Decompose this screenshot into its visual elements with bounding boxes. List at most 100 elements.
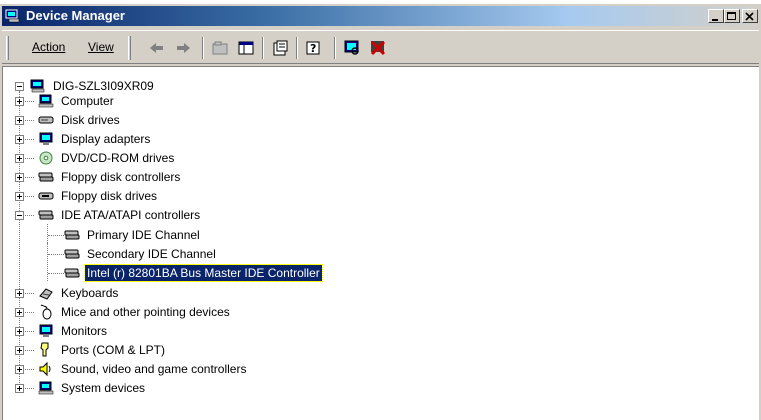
tree-item-system-devices[interactable]: System devices: [37, 379, 147, 397]
computer-icon: [37, 93, 55, 109]
help-button[interactable]: ?: [304, 38, 324, 58]
close-button[interactable]: [742, 9, 758, 23]
expand-toggle[interactable]: [15, 327, 24, 336]
tree-item-dvd-cdrom-drives[interactable]: DVD/CD-ROM drives: [37, 149, 176, 167]
computer-icon: [37, 380, 55, 396]
tree-item-label-selected: Intel (r) 82801BA Bus Master IDE Control…: [84, 264, 323, 282]
tree-item-label: Primary IDE Channel: [87, 228, 200, 242]
tree-item-label: System devices: [61, 381, 146, 395]
tree-item-ide-controllers[interactable]: IDE ATA/ATAPI controllers: [37, 206, 202, 224]
tree-item-disk-drives[interactable]: Disk drives: [37, 111, 122, 129]
close-icon: [745, 12, 754, 21]
floppy-drive-icon: [37, 188, 55, 204]
toolbar-separator: [334, 37, 336, 59]
expand-toggle[interactable]: [15, 192, 24, 201]
expand-toggle[interactable]: [15, 116, 24, 125]
tree-item-label: Keyboards: [61, 286, 119, 300]
svg-text:?: ?: [310, 42, 316, 55]
tree-item-ports[interactable]: Ports (COM & LPT): [37, 341, 167, 359]
tree-item-floppy-disk-drives[interactable]: Floppy disk drives: [37, 187, 159, 205]
keyboard-icon: [37, 285, 55, 301]
maximize-button[interactable]: [724, 9, 740, 23]
help-icon: ?: [306, 41, 320, 55]
controller-icon: [63, 246, 81, 262]
device-manager-app-icon: [5, 9, 20, 23]
back-icon: [150, 43, 163, 53]
scan-hardware-icon: [344, 40, 359, 55]
speaker-icon: [37, 361, 55, 377]
tree-item-label: Monitors: [61, 324, 108, 338]
up-level-icon: [212, 41, 228, 55]
show-hide-tree-button[interactable]: [236, 38, 256, 58]
expand-toggle[interactable]: [15, 289, 24, 298]
port-icon: [37, 342, 55, 358]
menu-view[interactable]: View: [88, 40, 114, 54]
tree-item-sound[interactable]: Sound, video and game controllers: [37, 360, 248, 378]
tree-item-label: Secondary IDE Channel: [87, 247, 216, 261]
device-manager-window: Device Manager Action View ? DIG-SZL3I09…: [0, 4, 761, 420]
controller-icon: [63, 227, 81, 243]
tree-item-monitors[interactable]: Monitors: [37, 322, 109, 340]
expand-toggle[interactable]: [15, 173, 24, 182]
tree-item-floppy-disk-controllers[interactable]: Floppy disk controllers: [37, 168, 182, 186]
mouse-icon: [37, 304, 55, 320]
tree-item-computer[interactable]: Computer: [37, 92, 116, 110]
title-bar[interactable]: Device Manager: [2, 6, 759, 26]
expand-toggle[interactable]: [15, 97, 24, 106]
uninstall-icon: [370, 40, 386, 56]
monitor-icon: [37, 131, 55, 147]
controller-icon: [37, 207, 55, 223]
minimize-button[interactable]: [708, 9, 724, 23]
tree-item-label: Display adapters: [61, 132, 151, 146]
properties-icon: [273, 40, 288, 56]
toolbar-grip[interactable]: [128, 36, 131, 60]
expand-toggle[interactable]: [15, 365, 24, 374]
device-tree[interactable]: DIG-SZL3I09XR09 Computer Disk drives Dis…: [2, 66, 759, 420]
tree-item-secondary-ide-channel[interactable]: Secondary IDE Channel: [63, 245, 218, 263]
expand-toggle[interactable]: [15, 154, 24, 163]
tree-connector: [48, 235, 64, 236]
forward-button[interactable]: [174, 38, 194, 58]
tree-item-mice[interactable]: Mice and other pointing devices: [37, 303, 232, 321]
expand-toggle[interactable]: [15, 135, 24, 144]
tree-connector: [48, 254, 64, 255]
collapse-toggle[interactable]: [15, 211, 24, 220]
tree-item-display-adapters[interactable]: Display adapters: [37, 130, 152, 148]
tree-item-intel-ide-controller[interactable]: Intel (r) 82801BA Bus Master IDE Control…: [63, 264, 323, 282]
controller-icon: [37, 169, 55, 185]
tree-item-label: Mice and other pointing devices: [61, 305, 230, 319]
uninstall-button[interactable]: [368, 38, 388, 58]
back-button[interactable]: [146, 38, 166, 58]
tree-connector: [48, 273, 64, 274]
toolbar-separator: [262, 37, 264, 59]
tree-item-label: DVD/CD-ROM drives: [61, 151, 175, 165]
cdrom-icon: [37, 150, 55, 166]
maximize-icon: [727, 12, 736, 20]
toolbar-separator: [296, 37, 298, 59]
tree-item-label: Disk drives: [61, 113, 120, 127]
tree-item-label: Floppy disk controllers: [61, 170, 181, 184]
toolbar-separator: [202, 37, 204, 59]
minimize-icon: [712, 19, 718, 21]
tree-item-primary-ide-channel[interactable]: Primary IDE Channel: [63, 226, 202, 244]
tree-item-label: Ports (COM & LPT): [61, 343, 166, 357]
monitor-icon: [37, 323, 55, 339]
expand-toggle[interactable]: [15, 384, 24, 393]
properties-button[interactable]: [270, 38, 290, 58]
tree-item-label: Floppy disk drives: [61, 189, 158, 203]
menu-toolbar: Action View ?: [2, 30, 759, 64]
up-level-button[interactable]: [210, 38, 230, 58]
tree-item-label: Sound, video and game controllers: [61, 362, 247, 376]
menu-action[interactable]: Action: [32, 40, 65, 54]
window-title: Device Manager: [26, 8, 125, 23]
tree-item-keyboards[interactable]: Keyboards: [37, 284, 120, 302]
expand-toggle[interactable]: [15, 308, 24, 317]
show-hide-tree-icon: [238, 41, 254, 55]
scan-hardware-button[interactable]: [342, 38, 362, 58]
tree-item-label: Computer: [61, 94, 114, 108]
root-collapse-toggle[interactable]: [15, 82, 24, 91]
menu-grip[interactable]: [6, 36, 9, 60]
tree-item-label: IDE ATA/ATAPI controllers: [61, 208, 201, 222]
forward-icon: [177, 43, 190, 53]
expand-toggle[interactable]: [15, 346, 24, 355]
